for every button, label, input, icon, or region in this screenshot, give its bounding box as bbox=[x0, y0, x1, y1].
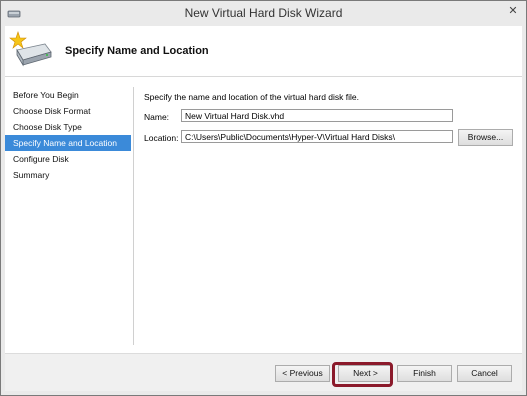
title-bar: New Virtual Hard Disk Wizard ✕ bbox=[1, 1, 526, 26]
page-heading: Specify Name and Location bbox=[65, 45, 209, 57]
step-before-you-begin[interactable]: Before You Begin bbox=[5, 87, 131, 103]
step-specify-name-and-location[interactable]: Specify Name and Location bbox=[5, 135, 131, 151]
disk-star-icon bbox=[9, 31, 52, 67]
step-summary[interactable]: Summary bbox=[5, 167, 131, 183]
next-button-highlight bbox=[332, 362, 393, 387]
location-field[interactable]: C:\Users\Public\Documents\Hyper-V\Virtua… bbox=[181, 130, 453, 143]
close-button[interactable]: ✕ bbox=[504, 3, 522, 19]
location-label: Location: bbox=[144, 133, 179, 143]
instruction-text: Specify the name and location of the vir… bbox=[144, 92, 359, 102]
steps-divider bbox=[133, 87, 134, 345]
star-icon bbox=[9, 31, 27, 49]
browse-button[interactable]: Browse... bbox=[458, 129, 513, 146]
step-list: Before You Begin Choose Disk Format Choo… bbox=[5, 87, 131, 183]
wizard-body: Before You Begin Choose Disk Format Choo… bbox=[5, 77, 522, 391]
step-choose-disk-format[interactable]: Choose Disk Format bbox=[5, 103, 131, 119]
wizard-footer: < Previous Next > Finish Cancel bbox=[5, 354, 522, 391]
name-label: Name: bbox=[144, 112, 170, 122]
name-field[interactable]: New Virtual Hard Disk.vhd bbox=[181, 109, 453, 122]
wizard-window: New Virtual Hard Disk Wizard ✕ Specify N… bbox=[0, 0, 527, 396]
step-configure-disk[interactable]: Configure Disk bbox=[5, 151, 131, 167]
previous-button[interactable]: < Previous bbox=[275, 365, 330, 382]
step-choose-disk-type[interactable]: Choose Disk Type bbox=[5, 119, 131, 135]
window-title: New Virtual Hard Disk Wizard bbox=[184, 6, 343, 20]
finish-button[interactable]: Finish bbox=[397, 365, 452, 382]
cancel-button[interactable]: Cancel bbox=[457, 365, 512, 382]
wizard-header: Specify Name and Location bbox=[5, 26, 522, 77]
